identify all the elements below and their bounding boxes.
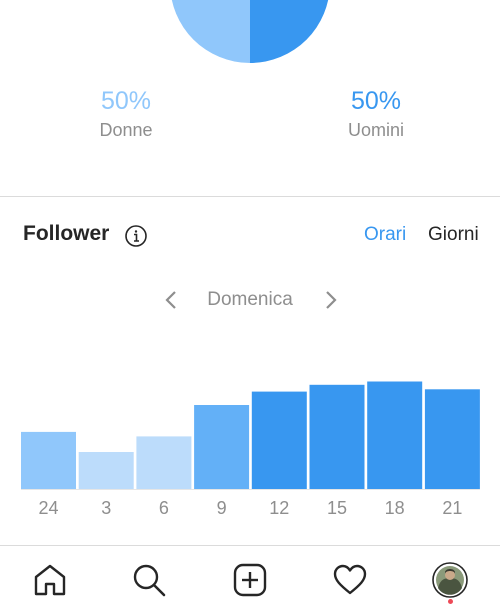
gender-men: 50% Uomini [296,86,456,141]
x-tick-label: 9 [217,498,227,518]
x-tick-label: 6 [159,498,169,518]
x-tick-label: 21 [442,498,462,518]
women-label: Donne [99,120,153,140]
bottom-tab-bar [0,546,500,615]
x-tick-label: 18 [385,498,405,518]
pie-slice-uomini [250,0,329,63]
x-tick-label: 24 [38,498,58,518]
men-percent: 50% [350,87,402,115]
info-circle-icon[interactable] [124,224,148,248]
chevron-right-icon[interactable] [321,288,341,312]
bar-21 [424,389,480,489]
bar-3 [78,452,134,489]
pie-slice-donne [171,0,250,63]
bar-6 [136,436,192,489]
x-tick-label: 15 [327,498,347,518]
men-label: Uomini [347,120,404,140]
notification-dot [448,599,453,604]
bar-12 [251,391,307,489]
gender-women: 50% Donne [46,86,206,141]
day-label: Domenica [207,289,293,310]
section-divider [0,196,500,197]
x-tick-label: 3 [101,498,111,518]
profile-avatar[interactable] [432,562,468,598]
tab-hours[interactable]: Orari [364,224,406,246]
new-post-icon[interactable] [232,562,268,598]
bar-9 [194,405,250,489]
followers-hourly-bar-chart: 24 3 6 9 12 15 18 21 [21,381,480,518]
bar-18 [367,381,423,489]
women-percent: 50% [100,87,152,115]
home-icon[interactable] [32,562,68,598]
followers-title: Follower [23,222,110,245]
gender-pie-chart [0,0,500,70]
bar-24 [21,431,76,489]
day-selector: Domenica [0,286,500,316]
tab-days[interactable]: Giorni [428,224,479,246]
x-tick-label: 12 [269,498,289,518]
bar-15 [309,384,365,489]
activity-heart-icon[interactable] [332,562,368,598]
search-icon[interactable] [131,562,167,598]
